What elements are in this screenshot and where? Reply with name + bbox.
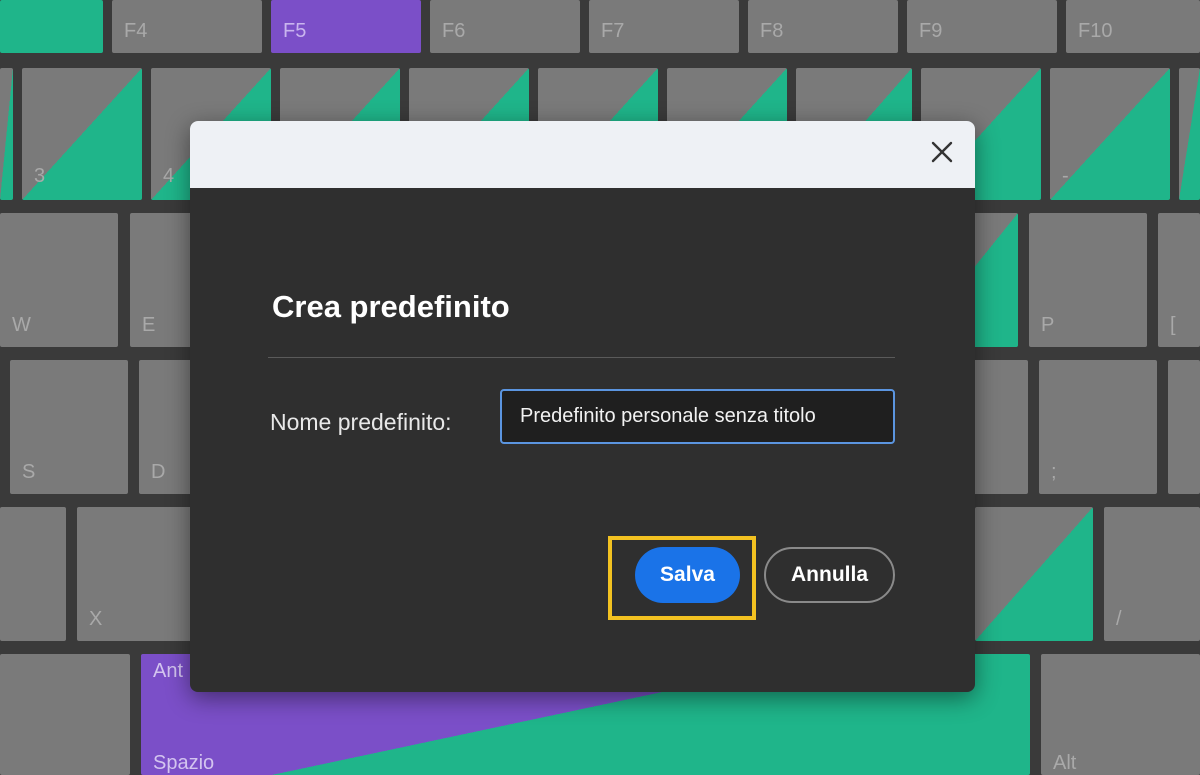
key-f7: F7 <box>589 0 739 53</box>
key-x: X <box>77 507 195 641</box>
key-f10: F10 <box>1066 0 1200 53</box>
key-label: Alt <box>1053 752 1077 774</box>
key-label: / <box>1116 608 1122 630</box>
title-divider <box>268 357 895 358</box>
key-f4: F4 <box>112 0 262 53</box>
key-green-top <box>0 0 103 53</box>
dialog-header <box>190 121 975 188</box>
preset-name-label: Nome predefinito: <box>270 409 452 435</box>
key-label: F4 <box>124 20 148 42</box>
key-cmd <box>0 654 130 775</box>
key-label: Spazio <box>153 752 215 774</box>
key-f5: F5 <box>271 0 421 53</box>
key-label: W <box>12 314 31 336</box>
key-number <box>0 68 13 200</box>
key-label: [ <box>1170 314 1176 336</box>
key-label: X <box>89 608 103 630</box>
key-shift <box>0 507 66 641</box>
key-label: E <box>142 314 156 336</box>
create-preset-dialog: Crea predefinito Nome predefinito: Salva… <box>190 121 975 692</box>
key-label: F10 <box>1078 20 1113 42</box>
key-number <box>1179 68 1200 200</box>
key-bracket: [ <box>1158 213 1200 347</box>
key-w: W <box>0 213 118 347</box>
key-label: - <box>1062 165 1069 187</box>
key-label: F9 <box>919 20 943 42</box>
key-alt: Alt <box>1041 654 1200 775</box>
close-icon <box>931 141 953 163</box>
key-label: F7 <box>601 20 625 42</box>
dialog-title: Crea predefinito <box>272 289 510 324</box>
key-f8: F8 <box>748 0 898 53</box>
key-label: F6 <box>442 20 466 42</box>
key-label: S <box>22 461 36 483</box>
key-label: F8 <box>760 20 784 42</box>
key-label: F5 <box>283 20 307 42</box>
key-3: 3 <box>22 68 142 200</box>
key-quote <box>1168 360 1200 494</box>
key-semicolon: ; <box>1039 360 1157 494</box>
key-label: 3 <box>34 165 46 187</box>
save-button[interactable]: Salva <box>635 547 740 603</box>
key-f9: F9 <box>907 0 1057 53</box>
key-label: ; <box>1051 461 1057 483</box>
key-period <box>975 507 1093 641</box>
key-label: 4 <box>163 165 175 187</box>
key-s: S <box>10 360 128 494</box>
key-p: P <box>1029 213 1147 347</box>
key-f6: F6 <box>430 0 580 53</box>
key-slash: / <box>1104 507 1200 641</box>
close-button[interactable] <box>929 139 955 165</box>
key-label-partial: Ant <box>153 660 184 682</box>
preset-name-input[interactable] <box>500 389 895 444</box>
key-minus: - <box>1050 68 1170 200</box>
key-label: P <box>1041 314 1055 336</box>
key-label: D <box>151 461 166 483</box>
cancel-button[interactable]: Annulla <box>764 547 895 603</box>
